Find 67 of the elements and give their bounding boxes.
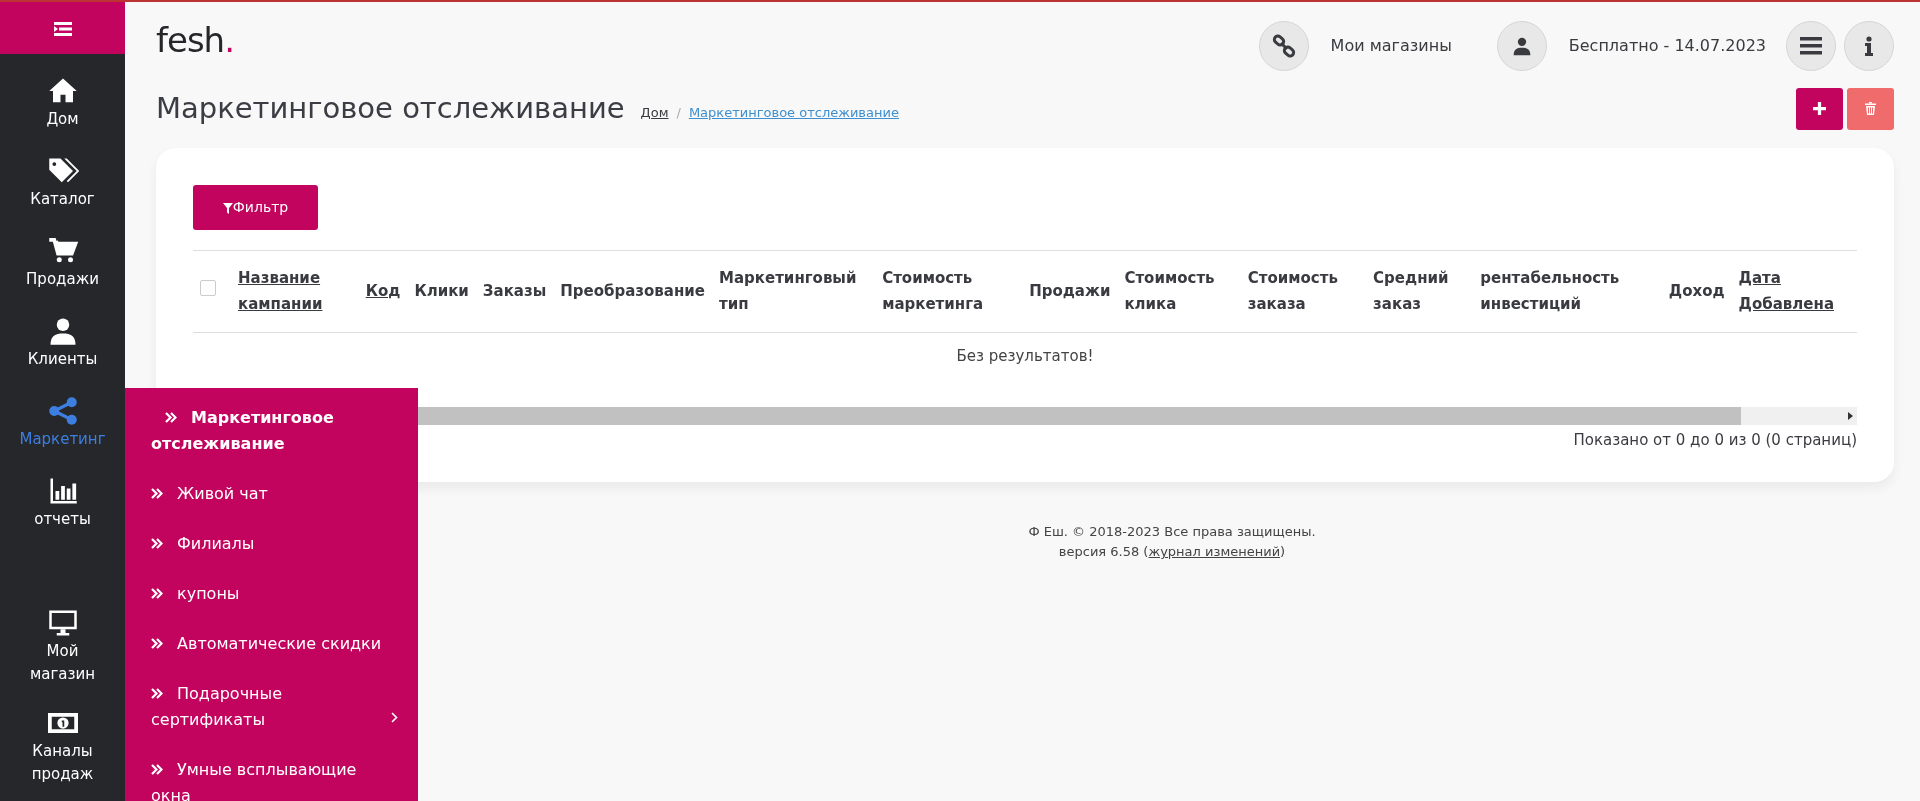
double-chevron-icon	[165, 412, 177, 423]
column-header: Преобразование	[560, 281, 706, 303]
sidebar-item[interactable]: Маркетинг	[0, 384, 125, 464]
page-title: Маркетинговое отслеживание	[156, 91, 625, 126]
column-header: Стоимость заказа	[1247, 268, 1339, 316]
version-text: версия 6.58 (журнал изменений)	[1058, 544, 1286, 560]
breadcrumb-link[interactable]: Дом	[640, 102, 669, 123]
monitor-icon	[46, 608, 79, 638]
add-button[interactable]	[1796, 87, 1843, 130]
submenu-item[interactable]: Филиалы	[125, 528, 418, 560]
column-header-link[interactable]: Код	[365, 278, 401, 305]
column-header: рентабельность инвестиций	[1480, 268, 1621, 316]
column-header-link[interactable]: Дата Добавлена	[1738, 265, 1850, 318]
copyright-text: Ф Еш. © 2018-2023 Все права защищены.	[1028, 523, 1316, 539]
menu-icon	[53, 21, 72, 36]
trash-icon	[1865, 102, 1876, 115]
chevron-right-icon	[391, 712, 398, 723]
plus-icon	[1813, 102, 1826, 115]
column-header-link[interactable]: Название кампании	[238, 265, 352, 318]
column-header: Продажи	[1029, 281, 1111, 303]
my-shops-link[interactable]: Мои магазины	[1330, 34, 1452, 58]
double-chevron-icon	[151, 638, 163, 649]
submenu-item[interactable]: Автоматические скидки	[125, 628, 418, 660]
menu-icon	[1800, 37, 1822, 55]
logo: fesh.	[156, 18, 234, 62]
sidebar-item[interactable]: Клиенты	[0, 304, 125, 384]
submenu-item[interactable]: Живой чат	[125, 478, 418, 510]
submenu-item[interactable]: купоны	[125, 578, 418, 610]
menu-button[interactable]	[1786, 21, 1836, 71]
filter-button[interactable]: Фильтр	[193, 185, 318, 230]
double-chevron-icon	[151, 538, 163, 549]
select-all-checkbox[interactable]	[200, 280, 216, 297]
account-button[interactable]	[1496, 21, 1547, 71]
changelog-link[interactable]: журнал изменений	[1148, 544, 1281, 560]
chain-icon	[1271, 34, 1296, 58]
double-chevron-icon	[151, 588, 163, 599]
double-chevron-icon	[151, 688, 163, 699]
empty-message: Без результатов!	[956, 346, 1094, 365]
share-icon	[46, 396, 79, 426]
info-button[interactable]	[1844, 21, 1894, 71]
column-header: Стоимость клика	[1124, 268, 1216, 316]
filter-icon	[222, 202, 233, 214]
column-header: Доход	[1668, 281, 1725, 303]
plan-label: Бесплатно - 14.07.2023	[1568, 35, 1766, 57]
link-button[interactable]	[1258, 21, 1309, 71]
submenu-item[interactable]: Маркетинговое отслеживание	[125, 402, 418, 460]
double-chevron-icon	[151, 764, 163, 775]
column-header: Заказы	[482, 281, 547, 303]
info-icon	[1864, 36, 1874, 56]
sidebar-item[interactable]: Каталог	[0, 144, 125, 224]
sidebar-item[interactable]: Продажи	[0, 224, 125, 304]
column-header: Средний заказ	[1373, 268, 1450, 316]
double-chevron-icon	[151, 488, 163, 499]
sidebar-item[interactable]: Каналы продаж	[0, 696, 125, 796]
column-header: Клики	[414, 281, 469, 303]
submenu-item[interactable]: Умные всплывающие окна	[125, 754, 418, 801]
user-icon	[1511, 35, 1532, 57]
column-header: Маркетинговый тип	[719, 268, 858, 316]
submenu-item[interactable]: Подарочные сертификаты	[125, 678, 418, 736]
sidebar-item[interactable]: Мой магазин	[0, 596, 125, 696]
pagination-info: Показано от 0 до 0 из 0 (0 страниц)	[1573, 431, 1857, 449]
scroll-right-icon	[1848, 412, 1853, 420]
sidebar-item[interactable]: Дом	[0, 64, 125, 144]
delete-button[interactable]	[1847, 87, 1894, 130]
column-header: Стоимость маркетинга	[882, 268, 985, 316]
sidebar-item[interactable]: отчеты	[0, 464, 125, 544]
breadcrumb-separator: /	[676, 103, 681, 122]
